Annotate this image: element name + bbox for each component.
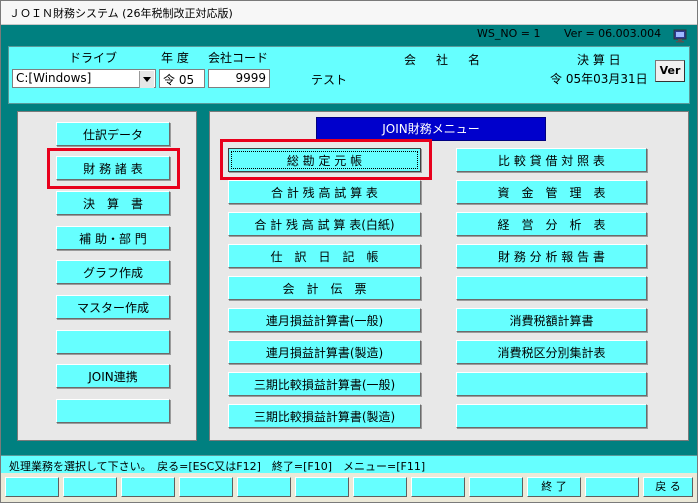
menu-zaimu-shohyo[interactable]: 財 務 諸 表 [56, 156, 170, 180]
menu-sanki-seizo[interactable]: 三期比較損益計算書(製造) [228, 404, 421, 428]
company-code-field[interactable]: 9999 [208, 69, 270, 88]
left-menu-panel: 仕訳データ 財 務 諸 表 決 算 書 補 助・部 門 グラフ作成 マスター作成… [17, 111, 197, 441]
fkey-8[interactable] [411, 477, 465, 497]
menu-rengetsu-ippan[interactable]: 連月損益計算書(一般) [228, 308, 421, 332]
menu-shiwake-data[interactable]: 仕訳データ [56, 122, 170, 146]
menu-graph[interactable]: グラフ作成 [56, 260, 170, 284]
end-button[interactable]: 終 了 [527, 477, 581, 497]
version-info: Ver = 06.003.004 [564, 27, 662, 40]
status-bar: 処理業務を選択して下さい。 戻る=[ESC又はF12] 終了=[F10] メニュ… [1, 455, 697, 473]
back-button[interactable]: 戻 る [643, 477, 693, 497]
drive-value: C:[Windows] [16, 71, 92, 85]
menu-empty-2[interactable] [56, 399, 170, 423]
ws-number: WS_NO = 1 [477, 27, 541, 40]
menu-kaikei-denpyo[interactable]: 会 計 伝 票 [228, 276, 421, 300]
menu-shohizei-keisan[interactable]: 消費税額計算書 [456, 308, 647, 332]
menu-keiei-bunseki[interactable]: 経 営 分 析 表 [456, 212, 647, 236]
drive-select[interactable]: C:[Windows] [12, 69, 156, 88]
menu-gokei-zandaka-blank[interactable]: 合 計 残 高 試 算 表(白紙) [228, 212, 421, 236]
company-name-label: 会社名 [404, 53, 501, 67]
menu-zaimu-bunseki-hokoku[interactable]: 財 務 分 析 報 告 書 [456, 244, 647, 268]
main-content: WS_NO = 1 Ver = 06.003.004 ドライブ 年 度 会社コー… [1, 25, 697, 455]
menu-empty-1[interactable] [56, 330, 170, 354]
company-name-value: テスト [311, 73, 348, 87]
menu-rengetsu-seizo[interactable]: 連月損益計算書(製造) [228, 340, 421, 364]
menu-shikin-kanri[interactable]: 資 金 管 理 表 [456, 180, 647, 204]
menu-join-renkei[interactable]: JOIN連携 [56, 364, 170, 388]
menu-shiwake-nikki[interactable]: 仕 訳 日 記 帳 [228, 244, 421, 268]
header-panel: ドライブ 年 度 会社コード 会社名 決 算 日 C:[Windows] 令 0… [8, 46, 690, 104]
monitor-icon [673, 29, 687, 43]
nendo-value: 令 05 [163, 73, 195, 87]
menu-empty-r1[interactable] [456, 276, 647, 300]
fkey-7[interactable] [353, 477, 407, 497]
settlement-date-value: 令 05年03月31日 [550, 72, 648, 86]
fkey-1[interactable] [5, 477, 59, 497]
fkey-6[interactable] [295, 477, 349, 497]
nendo-field[interactable]: 令 05 [159, 69, 205, 88]
title-bar: ＪＯＩＮ財務システム (26年税制改正対応版) [1, 1, 697, 25]
ver-button[interactable]: Ver [655, 60, 685, 82]
menu-empty-r2[interactable] [456, 372, 647, 396]
dropdown-arrow-icon[interactable] [139, 71, 154, 88]
company-code-label: 会社コード [208, 51, 269, 65]
settlement-date-label: 決 算 日 [577, 53, 621, 67]
window-title: ＪＯＩＮ財務システム (26年税制改正対応版) [9, 7, 233, 20]
menu-sanki-ippan[interactable]: 三期比較損益計算書(一般) [228, 372, 421, 396]
fkey-5[interactable] [237, 477, 291, 497]
menu-shohizei-kubun[interactable]: 消費税区分別集計表 [456, 340, 647, 364]
menu-hojo-bumon[interactable]: 補 助・部 門 [56, 226, 170, 250]
menu-hikaku-taishaku[interactable]: 比 較 貸 借 対 照 表 [456, 148, 647, 172]
function-key-bar: 終 了 戻 る [1, 474, 697, 502]
nendo-label: 年 度 [161, 51, 189, 65]
drive-label: ドライブ [69, 51, 118, 65]
fkey-4[interactable] [179, 477, 233, 497]
menu-gokei-zandaka[interactable]: 合 計 残 高 試 算 表 [228, 180, 421, 204]
menu-master[interactable]: マスター作成 [56, 295, 170, 319]
fkey-3[interactable] [121, 477, 175, 497]
menu-title: JOIN財務メニュー [316, 117, 546, 141]
fkey-9[interactable] [469, 477, 523, 497]
menu-sokanjo-motocho[interactable]: 総 勘 定 元 帳 [228, 148, 421, 172]
menu-kessansho[interactable]: 決 算 書 [56, 191, 170, 215]
right-menu-panel: JOIN財務メニュー 総 勘 定 元 帳 合 計 残 高 試 算 表 合 計 残… [209, 111, 689, 441]
fkey-2[interactable] [63, 477, 117, 497]
fkey-11[interactable] [585, 477, 639, 497]
menu-empty-r3[interactable] [456, 404, 647, 428]
app-window: ＪＯＩＮ財務システム (26年税制改正対応版) WS_NO = 1 Ver = … [0, 0, 698, 503]
company-code-value: 9999 [235, 71, 266, 85]
